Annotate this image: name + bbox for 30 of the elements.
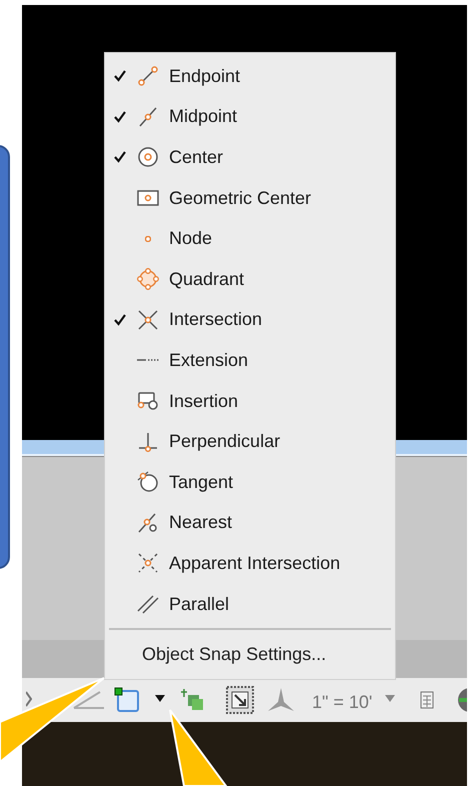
menu-item[interactable]: Quadrant — [169, 266, 244, 293]
menu-item[interactable]: Node — [169, 225, 212, 252]
menu-item[interactable]: Insertion — [169, 388, 238, 415]
intersection-icon — [136, 308, 160, 332]
extension-icon — [136, 358, 160, 362]
node-icon — [145, 236, 151, 242]
menu-item[interactable]: Endpoint — [169, 62, 240, 90]
menu-item[interactable]: Geometric Center — [169, 184, 312, 212]
menu-item[interactable]: Nearest — [169, 509, 232, 536]
menu-item[interactable]: Parallel — [169, 590, 230, 618]
object-snap-icon[interactable] — [114, 687, 140, 713]
endpoint-icon — [136, 64, 160, 88]
tangent-icon — [136, 470, 160, 494]
viewport-icon[interactable] — [226, 686, 254, 714]
menu-item[interactable]: Midpoint — [169, 103, 238, 130]
menu-item[interactable]: Object Snap Settings... — [142, 640, 326, 668]
menu-item[interactable]: Extension — [169, 346, 248, 374]
menu-item[interactable]: Intersection — [169, 306, 262, 334]
quadrant-icon — [136, 267, 160, 292]
menu-item[interactable]: Center — [169, 144, 224, 171]
tool-icon[interactable] — [26, 690, 32, 708]
menu-item[interactable]: Apparent Intersection — [169, 550, 340, 577]
scale-label[interactable]: 1" = 10' — [312, 689, 372, 716]
layers-icon[interactable] — [181, 687, 205, 713]
apparent-intersection-icon — [136, 551, 160, 576]
calculator-icon[interactable] — [420, 691, 434, 709]
caret-icon[interactable] — [155, 695, 165, 703]
center-icon — [136, 145, 160, 170]
menu-item[interactable]: Perpendicular — [169, 428, 280, 456]
menu-item[interactable]: Tangent — [169, 468, 234, 496]
